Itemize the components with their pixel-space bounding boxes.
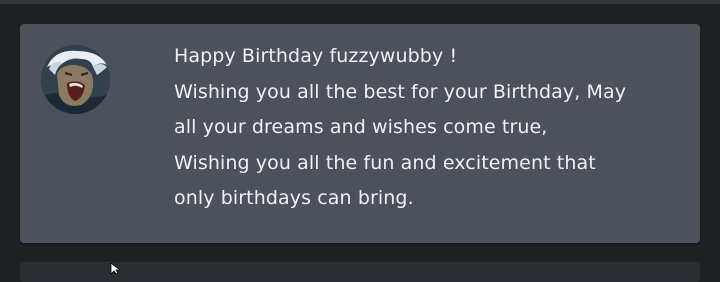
next-message-card[interactable] xyxy=(20,262,700,282)
message-line: Wishing you all the fun and excitement t… xyxy=(174,151,596,174)
top-divider xyxy=(0,0,720,4)
message-line: only birthdays can bring. xyxy=(174,187,414,209)
avatar-image xyxy=(41,45,110,114)
mouse-cursor-icon xyxy=(110,263,122,274)
message-line: Wishing you all the best for your Birthd… xyxy=(174,80,627,103)
message-line: Happy Birthday fuzzywubby ! xyxy=(174,45,458,67)
avatar[interactable] xyxy=(41,45,110,114)
birthday-message-card[interactable]: Happy Birthday fuzzywubby ! Wishing you … xyxy=(20,24,700,243)
message-text: Happy Birthday fuzzywubby ! Wishing you … xyxy=(174,39,679,217)
message-line: all your dreams and wishes come true, xyxy=(174,116,548,138)
